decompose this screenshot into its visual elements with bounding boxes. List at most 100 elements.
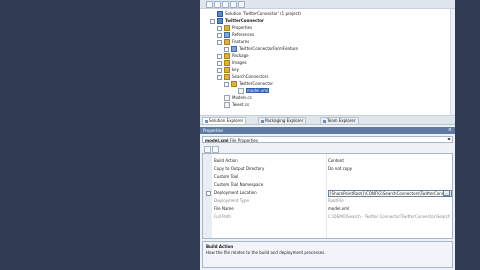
expander-icon[interactable]: [210, 18, 215, 24]
properties-icon[interactable]: [206, 1, 213, 8]
property-name: File Name: [214, 206, 234, 211]
view-code-icon[interactable]: [230, 1, 237, 8]
property-row[interactable]: Build Action Content: [203, 157, 452, 164]
categorized-icon[interactable]: [204, 146, 211, 153]
tree-node-label: model.xml: [246, 88, 270, 93]
expander-icon[interactable]: [224, 81, 229, 87]
property-value: C:\DEMO\Search - Twitter Connector\Twitt…: [328, 214, 450, 219]
tree-scrollbar[interactable]: [450, 9, 455, 115]
tree-node[interactable]: Solution 'TwitterConnector' (1 project): [210, 11, 301, 17]
alphabetical-icon[interactable]: [212, 146, 219, 153]
object-name: model.xml: [205, 138, 229, 143]
tab-solution-explorer[interactable]: Solution Explorer: [202, 117, 247, 124]
tree-node[interactable]: TwitterConnectorFarmFeature: [224, 46, 298, 52]
tree-node-label: Tweet.cs: [232, 102, 250, 107]
file-icon: [224, 95, 230, 101]
tree-node[interactable]: model.xml: [231, 88, 270, 94]
tree-node[interactable]: Properties: [217, 25, 253, 31]
team-explorer-icon: [323, 119, 326, 123]
tree-node[interactable]: Tweet.cs: [217, 102, 250, 108]
tree-node[interactable]: Features: [217, 39, 250, 45]
tree-node-label: Models.cs: [232, 95, 252, 100]
property-name: Build Action: [214, 158, 238, 163]
expand-plus-icon[interactable]: [206, 191, 211, 196]
expander-icon[interactable]: [217, 32, 222, 38]
tree-node-label: Properties: [232, 25, 253, 30]
property-row[interactable]: Full Path C:\DEMO\Search - Twitter Connec…: [203, 213, 452, 220]
folder-icon: [224, 25, 230, 31]
file-icon: [238, 88, 244, 94]
tree-node[interactable]: Models.cs: [217, 95, 252, 101]
property-name: Deployment Type: [214, 198, 249, 203]
properties-object-selector[interactable]: model.xml File Properties: [202, 136, 453, 143]
tree-node[interactable]: key: [217, 67, 240, 73]
property-row[interactable]: File Name model.xml: [203, 205, 452, 212]
tab-team-explorer[interactable]: Team Explorer: [320, 117, 359, 124]
property-value: Do not copy: [328, 166, 353, 171]
references-icon: [224, 32, 230, 38]
property-value[interactable]: {SharePointRoot}\CONFIG\SearchConnectors…: [328, 190, 452, 197]
expander-icon[interactable]: [217, 67, 222, 73]
desktop-background-right: [455, 0, 480, 270]
desktop-background-left: [0, 0, 200, 270]
tree-node-label: References: [232, 32, 255, 37]
folder-icon: [224, 39, 230, 45]
description-title: Build Action: [206, 244, 234, 249]
expander-icon[interactable]: [224, 46, 229, 52]
tab-packaging-explorer[interactable]: Packaging Explorer: [258, 117, 307, 124]
property-name: Full Path: [214, 214, 231, 219]
property-row[interactable]: Custom Tool: [203, 173, 452, 180]
property-name: Custom Tool Namespace: [214, 182, 264, 187]
show-all-files-icon[interactable]: [214, 1, 221, 8]
properties-grid: Build Action Content Copy to Output Direct…: [202, 153, 453, 239]
tree-node[interactable]: TwitterConnector: [224, 81, 274, 87]
project-icon: [217, 18, 223, 24]
tree-node[interactable]: TwitterConnector: [210, 18, 264, 24]
folder-icon: [224, 60, 230, 66]
tree-node-label: Package: [232, 53, 249, 58]
refresh-icon[interactable]: [222, 1, 229, 8]
property-row[interactable]: Copy to Output Directory Do not copy: [203, 165, 452, 172]
feature-icon: [231, 46, 237, 52]
property-name: Copy to Output Directory: [214, 166, 265, 171]
tree-node-label: Solution 'TwitterConnector' (1 project): [225, 11, 301, 16]
view-designer-icon[interactable]: [238, 1, 245, 8]
ellipsis-button[interactable]: …: [443, 190, 450, 196]
expander-icon[interactable]: [217, 53, 222, 59]
property-name: Custom Tool: [214, 174, 239, 179]
explorer-tabs: Solution Explorer Packaging Explorer Tea…: [200, 116, 455, 125]
expander-icon[interactable]: [217, 39, 222, 45]
property-value: RootFile: [328, 198, 344, 203]
tree-node[interactable]: References: [217, 32, 255, 38]
tree-node[interactable]: Images: [217, 60, 247, 66]
object-type: File Properties: [229, 138, 258, 143]
close-icon[interactable]: ×: [448, 127, 452, 134]
expander-icon[interactable]: [217, 25, 222, 31]
properties-title-bar: Properties ×: [200, 127, 455, 134]
tree-node-label: TwitterConnector: [239, 81, 274, 86]
description-text: How the file relates to the build and de…: [206, 250, 326, 255]
packaging-explorer-icon: [261, 119, 264, 123]
properties-toolbar: [202, 145, 453, 153]
tree-node-label: SearchConnectors: [232, 74, 269, 79]
tree-node-label: Features: [232, 39, 250, 44]
solution-icon: [217, 11, 223, 17]
property-row[interactable]: Deployment Location {SharePointRoot}\CONF…: [203, 189, 452, 197]
ide-side-panel: Solution 'TwitterConnector' (1 project) T…: [200, 0, 455, 270]
file-icon: [224, 102, 230, 108]
tree-node[interactable]: SearchConnectors: [217, 74, 269, 80]
expander-icon[interactable]: [217, 60, 222, 66]
folder-icon: [224, 67, 230, 73]
folder-icon: [224, 74, 230, 80]
expander-icon[interactable]: [217, 74, 222, 80]
tree-node-label: key: [232, 67, 240, 72]
solution-explorer-icon: [205, 119, 208, 123]
tree-node[interactable]: Package: [217, 53, 249, 59]
property-value: Content: [328, 158, 344, 163]
tree-node-label: TwitterConnector: [225, 18, 264, 23]
solution-tree: Solution 'TwitterConnector' (1 project) T…: [200, 9, 455, 116]
property-value: model.xml: [328, 206, 350, 211]
property-row[interactable]: Deployment Type RootFile: [203, 197, 452, 204]
property-row[interactable]: Custom Tool Namespace: [203, 181, 452, 188]
folder-icon: [224, 53, 230, 59]
